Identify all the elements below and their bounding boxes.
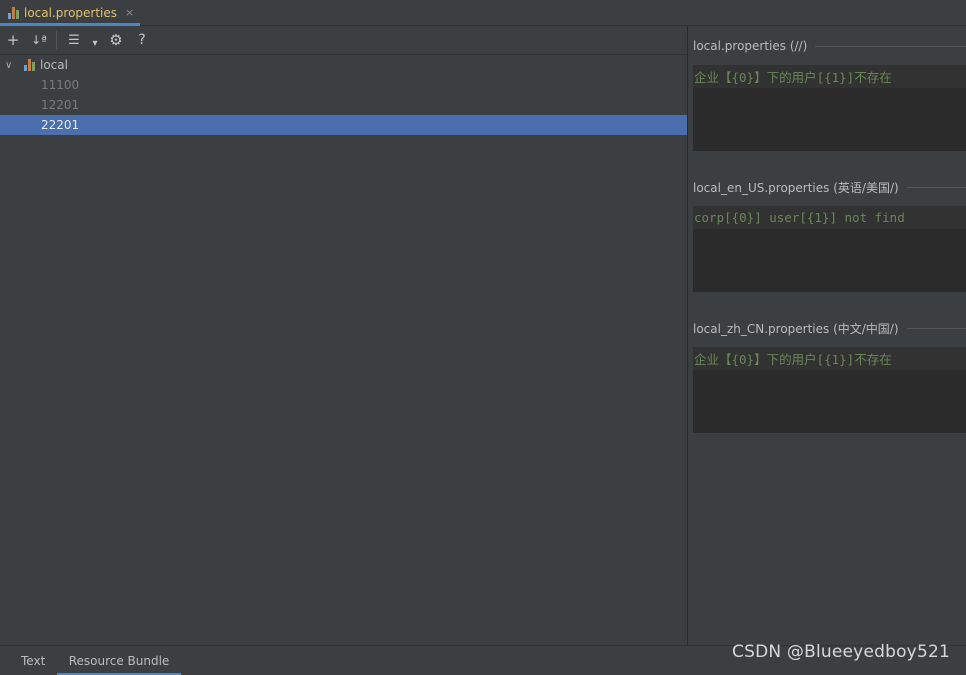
resource-bundle-icon [8,6,20,19]
locale-section-zh-cn: local_zh_CN.properties (中文/中国/) 企业【{0}】下… [693,317,966,433]
bundle-toolbar: + ↓ª ☰ ▾ ⚙ ? [0,26,687,55]
add-icon[interactable]: + [0,27,26,53]
tab-label: Resource Bundle [68,654,170,668]
value-text: corp[{0}] user[{1}] not find [693,206,966,229]
section-header: local_en_US.properties (英语/美国/) [693,176,966,198]
section-header: local_zh_CN.properties (中文/中国/) [693,317,966,339]
divider [906,327,966,329]
divider [906,186,966,188]
watermark: CSDN @Blueeyedboy521 [732,642,950,662]
resource-bundle-editor: local.properties × + ↓ª ☰ ▾ ⚙ ? ∨ local … [0,0,966,675]
tree-node-local[interactable]: ∨ local [0,55,687,75]
tree-item-label: 11100 [41,78,80,92]
locale-section-default: local.properties (//) 企业【{0}】下的用户[{1}]不存… [693,35,966,151]
tree-item-label: 12201 [41,98,80,112]
property-key-tree: ∨ local 11100 12201 22201 [0,55,687,645]
tab-text[interactable]: Text [21,646,45,675]
help-icon[interactable]: ? [129,27,155,53]
chevron-down-icon[interactable]: ∨ [5,60,17,71]
gear-icon[interactable]: ⚙ [103,27,129,53]
value-editor[interactable]: 企业【{0}】下的用户[{1}]不存在 [693,65,966,151]
locale-file-label: local_en_US.properties (英语/美国/) [693,180,899,195]
editor-tab-bar: local.properties × [0,0,966,26]
tab-label: local.properties [24,5,118,20]
toolbar-separator [56,31,57,49]
tab-label: Text [21,654,46,668]
chevron-down-icon[interactable]: ▾ [87,27,103,53]
value-editor[interactable]: corp[{0}] user[{1}] not find [693,206,966,292]
panel-divider[interactable] [687,26,688,645]
tab-resource-bundle[interactable]: Resource Bundle [57,646,181,675]
locale-file-label: local.properties (//) [693,39,808,53]
value-text: 企业【{0}】下的用户[{1}]不存在 [693,65,966,88]
locale-section-en-us: local_en_US.properties (英语/美国/) corp[{0}… [693,176,966,292]
section-header: local.properties (//) [693,35,966,57]
value-editor[interactable]: 企业【{0}】下的用户[{1}]不存在 [693,347,966,433]
tab-local-properties[interactable]: local.properties × [0,0,140,26]
sort-alphabetically-icon[interactable]: ↓ª [26,27,52,53]
tree-item-label: 22201 [41,118,80,132]
value-text: 企业【{0}】下的用户[{1}]不存在 [693,347,966,370]
close-icon[interactable]: × [125,6,134,19]
divider [815,45,966,47]
tree-item-11100[interactable]: 11100 [0,75,687,95]
tree-node-label: local [40,58,68,72]
locale-file-label: local_zh_CN.properties (中文/中国/) [693,321,899,336]
resource-bundle-icon [24,59,36,71]
tree-item-22201[interactable]: 22201 [0,115,687,135]
group-by-prefix-icon[interactable]: ☰ [61,27,87,53]
tree-item-12201[interactable]: 12201 [0,95,687,115]
